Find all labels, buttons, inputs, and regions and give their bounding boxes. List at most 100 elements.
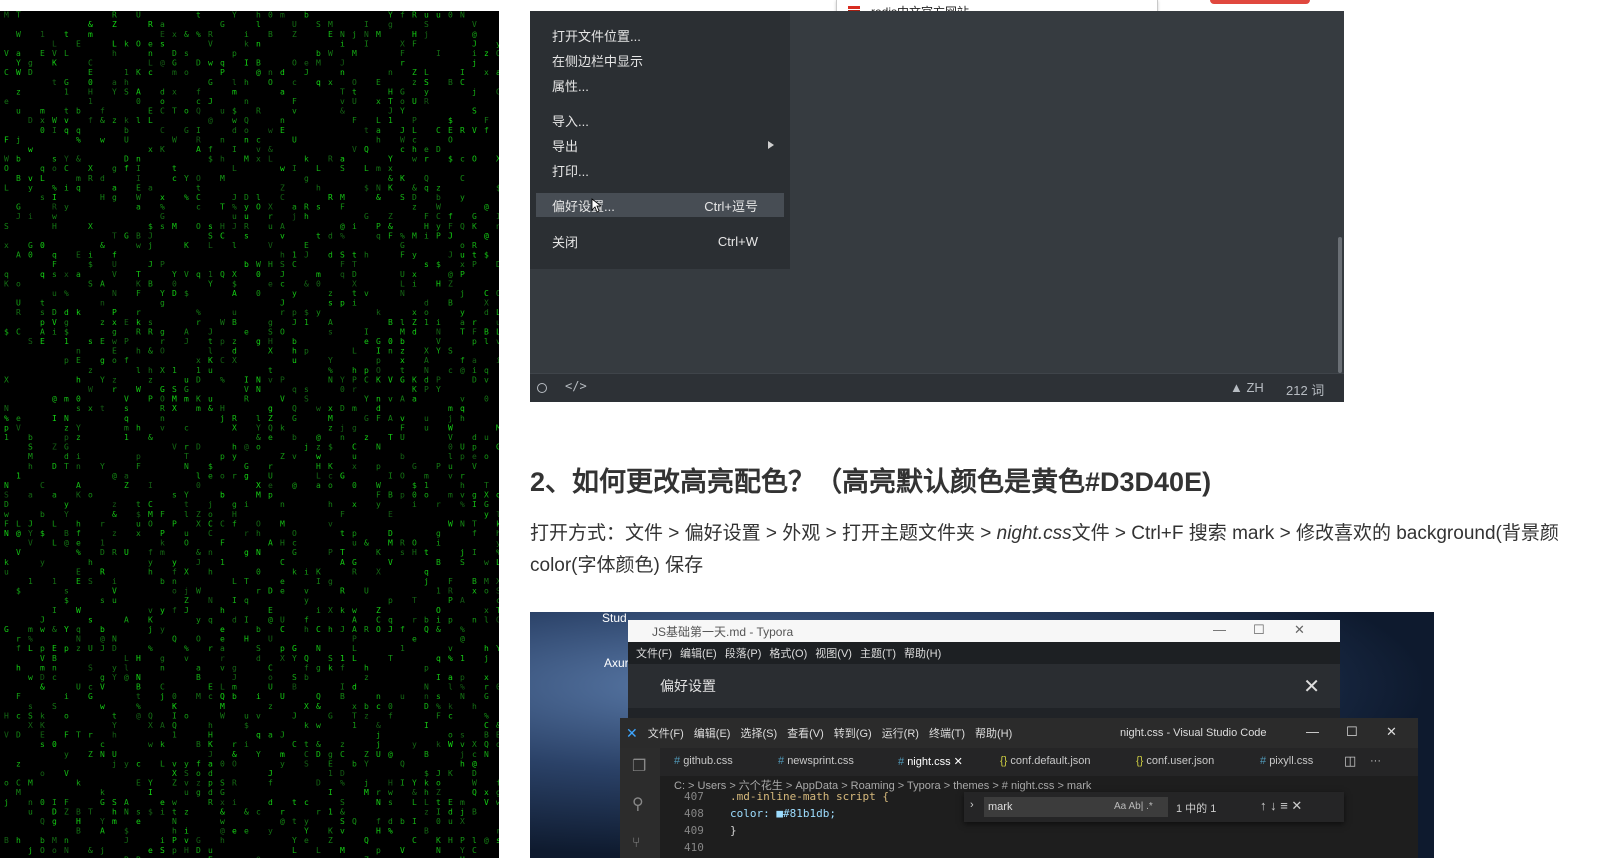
menubar-item[interactable]: 文件(F) <box>636 645 672 661</box>
menubar-item[interactable]: 选择(S) <box>740 725 777 741</box>
svg-text:I: I <box>148 788 153 797</box>
maximize-icon[interactable]: ☐ <box>1253 622 1265 638</box>
menubar-item[interactable]: 主题(T) <box>860 645 896 661</box>
more-actions-icon[interactable]: ··· <box>1370 755 1381 767</box>
svg-text:s: s <box>400 548 405 557</box>
svg-text:m: m <box>448 404 453 413</box>
minimize-icon[interactable]: — <box>1213 622 1226 637</box>
svg-text:y: y <box>184 759 189 768</box>
svg-text:V: V <box>484 798 489 807</box>
svg-text:x: x <box>196 356 201 365</box>
explorer-icon[interactable]: ❐ <box>632 756 646 776</box>
svg-text:h: h <box>88 558 93 567</box>
close-icon[interactable]: ✕ <box>1303 674 1320 699</box>
menubar-item[interactable]: 运行(R) <box>882 725 919 741</box>
menubar-item[interactable]: 段落(P) <box>725 645 762 661</box>
svg-text:%: % <box>64 289 69 298</box>
close-icon[interactable]: ✕ <box>1294 622 1305 638</box>
split-editor-icon[interactable]: ◫ <box>1344 753 1356 769</box>
svg-text:D: D <box>316 779 321 788</box>
menubar-item[interactable]: 格式(O) <box>769 645 807 661</box>
menubar-item[interactable]: 视图(V) <box>815 645 852 661</box>
language-indicator[interactable]: ▲ ZH <box>1230 380 1264 395</box>
tab-night-css[interactable]: # night.css ✕ <box>898 755 963 768</box>
menu-item-show-in-sidebar[interactable]: 在侧边栏中显示 <box>536 48 784 72</box>
menu-item-close[interactable]: 关闭 Ctrl+W <box>536 229 784 253</box>
svg-text:i: i <box>436 615 441 624</box>
svg-text:t: t <box>352 87 357 96</box>
svg-text:s: s <box>328 299 333 308</box>
svg-text:z: z <box>268 702 273 711</box>
svg-text:Y: Y <box>76 423 81 432</box>
tab-conf-user-json[interactable]: {} conf.user.json <box>1136 755 1214 767</box>
svg-text:j: j <box>28 846 33 855</box>
svg-text:u: u <box>184 375 189 384</box>
svg-text:e: e <box>148 39 153 48</box>
word-count[interactable]: 212 词 <box>1286 380 1324 399</box>
svg-text:f: f <box>76 529 81 538</box>
search-icon[interactable]: ⚲ <box>632 794 644 814</box>
svg-text:0: 0 <box>484 395 489 404</box>
svg-text:M: M <box>52 836 57 845</box>
svg-text:I: I <box>52 193 57 202</box>
svg-text:h: h <box>244 78 249 87</box>
menubar-item[interactable]: 帮助(H) <box>975 725 1012 741</box>
menu-item-print[interactable]: 打印... <box>536 158 784 182</box>
svg-text:n: n <box>160 663 165 672</box>
menubar-item[interactable]: 编辑(E) <box>694 725 731 741</box>
find-navigation[interactable]: ↑ ↓ ≡ ✕ <box>1260 798 1302 814</box>
svg-text:e: e <box>244 327 249 336</box>
menubar-item[interactable]: 文件(F) <box>648 725 684 741</box>
menubar-item[interactable]: 查看(V) <box>787 725 824 741</box>
svg-text:g: g <box>196 788 201 797</box>
tab-pixyll-css[interactable]: # pixyll.css <box>1260 755 1313 767</box>
menu-item-properties[interactable]: 属性... <box>536 73 784 97</box>
menu-item-export[interactable]: 导出 <box>536 133 784 157</box>
svg-text:y: y <box>124 759 129 768</box>
tab-newsprint-css[interactable]: # newsprint.css <box>778 755 854 767</box>
svg-text:e: e <box>148 846 153 855</box>
source-mode-icon[interactable]: </> <box>565 379 587 393</box>
menubar-item[interactable]: 编辑(E) <box>680 645 717 661</box>
minimize-icon[interactable]: — <box>1306 724 1319 739</box>
maximize-icon[interactable]: ☐ <box>1346 724 1358 740</box>
svg-text:s: s <box>100 596 105 605</box>
svg-text:F: F <box>340 203 345 212</box>
source-control-icon[interactable]: ⑂ <box>632 834 640 850</box>
svg-text:R: R <box>160 404 165 413</box>
svg-text:J: J <box>148 231 153 240</box>
tab-conf-default-json[interactable]: {} conf.default.json <box>1000 755 1091 767</box>
svg-text:O: O <box>160 347 165 356</box>
find-options[interactable]: Aa Ab| .* <box>1114 801 1153 812</box>
svg-text:E: E <box>208 683 213 692</box>
svg-text:t: t <box>196 11 201 20</box>
outline-toggle-icon[interactable] <box>537 383 547 393</box>
menu-item-open-location[interactable]: 打开文件位置... <box>536 23 784 47</box>
svg-text:D: D <box>472 375 477 384</box>
vscode-window: ✕ 文件(F) 编辑(E) 选择(S) 查看(V) 转到(G) 运行(R) 终端… <box>620 718 1418 858</box>
svg-text:A: A <box>124 798 129 807</box>
svg-text:C: C <box>484 289 489 298</box>
svg-text:a: a <box>196 663 201 672</box>
svg-text:E: E <box>76 567 81 576</box>
svg-text:M: M <box>496 423 499 432</box>
svg-text:k: k <box>280 423 285 432</box>
menubar-item[interactable]: 转到(G) <box>834 725 872 741</box>
tab-github-css[interactable]: # github.css <box>674 755 733 767</box>
svg-text:A: A <box>40 327 45 336</box>
svg-text:@: @ <box>472 30 477 39</box>
menu-item-import[interactable]: 导入... <box>536 108 784 132</box>
expand-replace-icon[interactable]: › <box>970 799 974 811</box>
close-icon[interactable]: ✕ <box>1386 724 1397 740</box>
svg-text:n: n <box>340 433 345 442</box>
scrollbar[interactable] <box>1338 237 1342 373</box>
svg-text:%: % <box>136 702 141 711</box>
svg-text:f: f <box>484 126 489 135</box>
svg-text:g: g <box>64 318 69 327</box>
menubar-item[interactable]: 终端(T) <box>929 725 965 741</box>
svg-text:i: i <box>244 30 249 39</box>
svg-text:z: z <box>184 807 189 816</box>
menu-item-preferences[interactable]: 偏好设置... Ctrl+逗号 <box>536 193 784 217</box>
menubar-item[interactable]: 帮助(H) <box>904 645 941 661</box>
svg-text:X: X <box>88 164 93 173</box>
